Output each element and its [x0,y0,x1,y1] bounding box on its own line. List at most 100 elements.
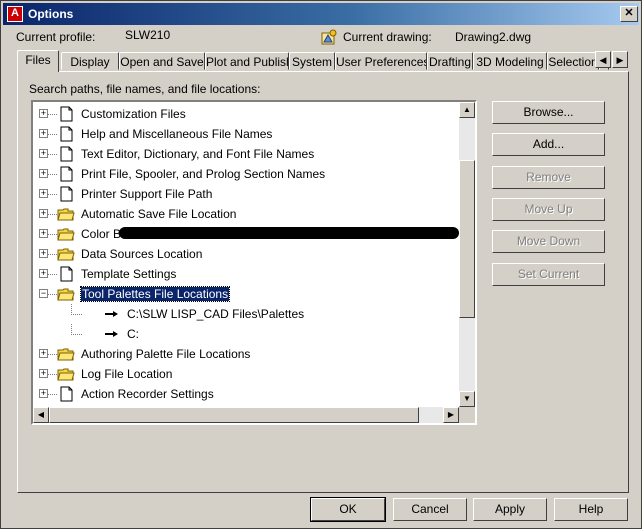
folder-icon [57,206,75,222]
tree-row[interactable]: + Template Settings [33,264,463,284]
expand-icon[interactable]: + [39,249,48,258]
tree-path-entry[interactable]: C:\SLW LISP_CAD Files\Palettes [127,307,304,321]
move-up-button[interactable]: Move Up [492,198,605,221]
expand-icon[interactable]: + [39,149,48,158]
current-profile-value: SLW210 [125,28,171,42]
tree-connector [71,304,82,315]
tree-node-label[interactable]: Log File Location [81,367,172,381]
tree-node-label[interactable]: Text Editor, Dictionary, and Font File N… [81,147,314,161]
tab-plot-and-publish[interactable]: Plot and Publish [205,52,289,70]
document-icon [57,386,75,402]
tree-row[interactable]: C: [33,324,463,344]
tree-connector [47,214,57,215]
tree-row[interactable]: + Printer Support File Path [33,184,463,204]
tab-scroll-left-button[interactable]: ◀ [595,51,611,68]
scroll-left-button[interactable]: ◀ [33,407,49,423]
tab-3d-modeling[interactable]: 3D Modeling [473,52,547,70]
tab-drafting[interactable]: Drafting [427,52,473,70]
move-down-button[interactable]: Move Down [492,230,605,253]
horizontal-scroll-thumb[interactable] [49,407,419,423]
window-title: Options [28,7,74,21]
expand-icon[interactable]: + [39,169,48,178]
apply-button[interactable]: Apply [473,498,547,521]
expand-icon[interactable]: + [39,369,48,378]
tree-row[interactable]: − Tool Palettes File Locations [33,284,463,304]
tree-node-label[interactable]: Print File, Spooler, and Prolog Section … [81,167,325,181]
tree-connector [71,324,82,335]
tree-node-label[interactable]: Automatic Save File Location [81,207,236,221]
document-icon [57,106,75,122]
expand-icon[interactable]: + [39,269,48,278]
search-paths-label: Search paths, file names, and file locat… [29,82,261,96]
current-drawing-value: Drawing2.dwg [455,30,532,44]
expand-icon[interactable]: + [39,189,48,198]
drawing-icon [321,29,337,45]
add-button[interactable]: Add... [492,133,605,156]
tab-user-preferences[interactable]: User Preferences [335,52,427,70]
set-current-button[interactable]: Set Current [492,263,605,286]
tree-horizontal-scrollbar[interactable]: ◀ ▶ [33,407,459,423]
tree-vertical-scrollbar[interactable]: ▲ ▼ [459,102,475,407]
expand-icon[interactable]: + [39,349,48,358]
tab-files[interactable]: Files [17,50,59,72]
tree-node-label[interactable]: Authoring Palette File Locations [81,347,250,361]
title-bar[interactable]: Options ✕ [3,3,639,25]
tree-node-label[interactable]: Template Settings [81,267,176,281]
tree-row[interactable]: + Action Recorder Settings [33,384,463,404]
tab-system[interactable]: System [289,52,335,70]
expand-icon[interactable]: + [39,229,48,238]
expand-icon[interactable]: + [39,109,48,118]
tree-node-label[interactable]: Action Recorder Settings [81,387,214,401]
tree-row[interactable]: + Authoring Palette File Locations [33,344,463,364]
document-icon [57,146,75,162]
file-locations-tree[interactable]: + Customization Files + Help and Miscellane… [31,100,477,425]
tab-scroll-right-button[interactable]: ▶ [612,51,628,68]
tree-path-entry[interactable]: C: [127,327,139,341]
tree-row[interactable]: + Data Sources Location [33,244,463,264]
expand-icon[interactable]: + [39,129,48,138]
collapse-icon[interactable]: − [39,289,48,298]
options-dialog: Options ✕ Current profile: SLW210 Curren… [0,0,642,529]
ok-button[interactable]: OK [310,497,386,522]
tree-row[interactable]: C:\SLW LISP_CAD Files\Palettes [33,304,463,324]
folder-icon [57,246,75,262]
document-icon [57,126,75,142]
tree-connector [47,254,57,255]
folder-icon [57,346,75,362]
redacted-path [119,227,459,239]
vertical-scroll-thumb[interactable] [459,160,475,318]
tree-node-label[interactable]: Printer Support File Path [81,187,212,201]
scroll-right-button[interactable]: ▶ [443,407,459,423]
tab-selection[interactable]: Selection [547,52,599,70]
expand-icon[interactable]: + [39,389,48,398]
scroll-up-button[interactable]: ▲ [459,102,475,118]
browse-button[interactable]: Browse... [492,101,605,124]
tree-row[interactable]: + Text Editor, Dictionary, and Font File … [33,144,463,164]
tree-connector [47,374,57,375]
tree-node-label[interactable]: Tool Palettes File Locations [79,286,231,302]
tree-row[interactable]: + Log File Location [33,364,463,384]
tree-node-label[interactable]: Data Sources Location [81,247,202,261]
current-drawing-label: Current drawing: [343,30,432,44]
tree-connector [47,394,57,395]
remove-button[interactable]: Remove [492,166,605,189]
tree-row[interactable]: + Help and Miscellaneous File Names [33,124,463,144]
tree-connector [47,134,57,135]
tree-row[interactable]: + Print File, Spooler, and Prolog Section… [33,164,463,184]
scroll-down-button[interactable]: ▼ [459,391,475,407]
tree-node-label[interactable]: Help and Miscellaneous File Names [81,127,272,141]
help-button[interactable]: Help [554,498,628,521]
tree-connector [47,174,57,175]
tree-connector [47,234,57,235]
tab-display[interactable]: Display [61,52,119,70]
tree-node-label[interactable]: Customization Files [81,107,186,121]
expand-icon[interactable]: + [39,209,48,218]
tab-open-and-save[interactable]: Open and Save [119,52,205,70]
document-icon [57,166,75,182]
tree-row[interactable]: + Automatic Save File Location [33,204,463,224]
cancel-button[interactable]: Cancel [393,498,467,521]
tree-connector [47,154,57,155]
tree-row[interactable]: + Customization Files [33,104,463,124]
close-icon[interactable]: ✕ [620,6,638,22]
folder-icon [57,226,75,242]
